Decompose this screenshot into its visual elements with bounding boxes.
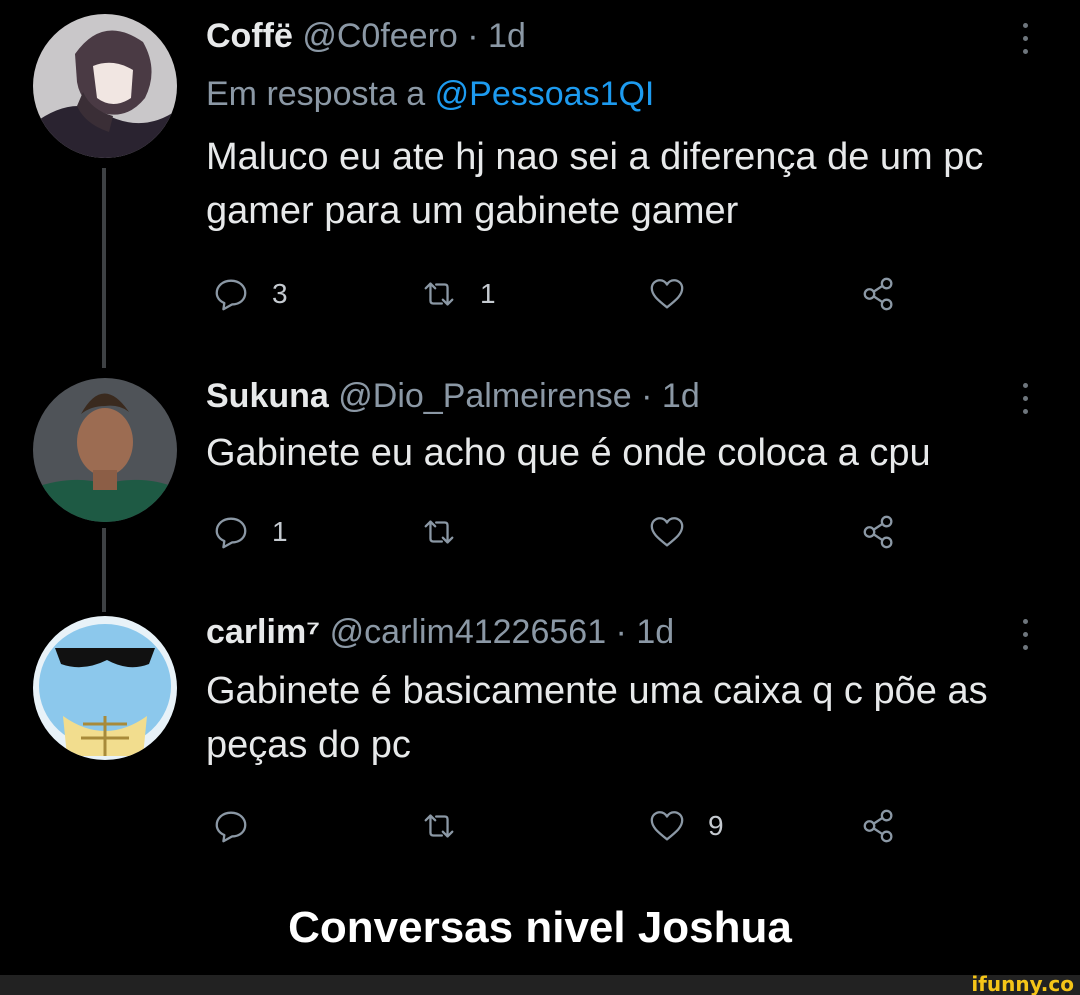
- tweet-2[interactable]: Sukuna @Dio_Palmeirense · 1d Gabinete eu…: [0, 374, 1080, 574]
- retweet-count: 1: [480, 278, 496, 309]
- tweet-3[interactable]: carlim⁷ @carlim41226561 · 1d Gabinete é …: [0, 610, 1080, 860]
- reply-mention-link[interactable]: @Pessoas1QI: [435, 75, 655, 113]
- separator: ·: [457, 17, 489, 55]
- tweet-1[interactable]: Coffë @C0feero · 1d Em resposta a @Pesso…: [0, 14, 1080, 314]
- like-icon: [650, 517, 684, 547]
- tweet-header: Coffë @C0feero · 1d: [206, 14, 526, 58]
- reply-prefix: Em resposta a: [206, 75, 435, 113]
- share-button[interactable]: [860, 272, 898, 316]
- avatar[interactable]: [33, 378, 177, 522]
- share-button[interactable]: [860, 804, 898, 848]
- share-button[interactable]: [860, 510, 898, 554]
- action-bar: 9: [0, 804, 1080, 848]
- reply-context: Em resposta a @Pessoas1QI: [206, 72, 654, 116]
- share-icon: [863, 515, 893, 549]
- timestamp[interactable]: 1d: [488, 17, 526, 55]
- like-icon: [650, 811, 684, 841]
- handle[interactable]: @carlim41226561: [330, 613, 606, 651]
- display-name[interactable]: Coffë: [206, 17, 293, 55]
- meme-caption: Conversas nivel Joshua: [288, 903, 792, 952]
- retweet-icon: [424, 814, 454, 838]
- share-icon: [863, 277, 893, 311]
- display-name[interactable]: carlim⁷: [206, 613, 320, 651]
- action-bar: 3 1: [0, 272, 1080, 316]
- tweet-text: Gabinete eu acho que é onde coloca a cpu: [206, 432, 931, 474]
- reply-icon: [215, 279, 247, 311]
- reply-icon: [215, 517, 247, 549]
- watermark-logo: ifunny.co: [971, 972, 1074, 995]
- reply-count: 3: [272, 278, 288, 309]
- reply-button[interactable]: 3: [212, 272, 288, 316]
- tweet-header: Sukuna @Dio_Palmeirense · 1d: [206, 374, 700, 418]
- like-icon: [650, 279, 684, 309]
- avatar[interactable]: [33, 14, 177, 158]
- reply-icon: [215, 811, 247, 843]
- like-button[interactable]: [648, 272, 708, 316]
- handle[interactable]: @C0feero: [302, 17, 457, 55]
- tweet-text: Maluco eu ate hj nao sei a diferença de …: [206, 136, 984, 232]
- action-bar: 1: [0, 510, 1080, 554]
- timestamp[interactable]: 1d: [662, 377, 700, 415]
- retweet-button[interactable]: [420, 804, 480, 848]
- like-button[interactable]: 9: [648, 804, 724, 848]
- more-options-icon[interactable]: [1015, 20, 1035, 64]
- share-icon: [863, 809, 893, 843]
- footer-bar: [0, 975, 1080, 995]
- tweet-header: carlim⁷ @carlim41226561 · 1d: [206, 610, 674, 654]
- reply-button[interactable]: [212, 804, 272, 848]
- more-options-icon[interactable]: [1015, 616, 1035, 660]
- display-name[interactable]: Sukuna: [206, 377, 329, 415]
- separator: ·: [606, 613, 637, 651]
- retweet-button[interactable]: [420, 510, 480, 554]
- handle[interactable]: @Dio_Palmeirense: [338, 377, 631, 415]
- retweet-button[interactable]: 1: [420, 272, 496, 316]
- more-options-icon[interactable]: [1015, 380, 1035, 424]
- timestamp[interactable]: 1d: [636, 613, 674, 651]
- avatar[interactable]: [33, 616, 177, 760]
- retweet-icon: [424, 520, 454, 544]
- like-count: 9: [708, 810, 724, 841]
- reply-button[interactable]: 1: [212, 510, 288, 554]
- retweet-icon: [424, 282, 454, 306]
- tweet-text: Gabinete é basicamente uma caixa q c põe…: [206, 670, 988, 766]
- like-button[interactable]: [648, 510, 708, 554]
- reply-count: 1: [272, 516, 288, 547]
- separator: ·: [631, 377, 662, 415]
